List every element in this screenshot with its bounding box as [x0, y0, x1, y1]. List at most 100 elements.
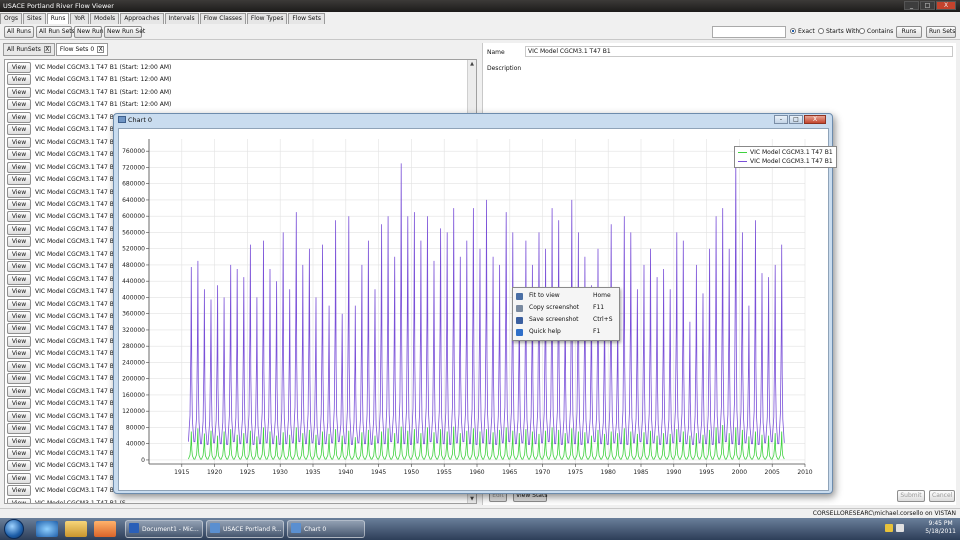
folder-icon[interactable]: [65, 521, 87, 537]
view-button[interactable]: View: [7, 161, 31, 173]
view-button[interactable]: View: [7, 385, 31, 397]
view-button[interactable]: View: [7, 261, 31, 273]
tab-all-runsets[interactable]: All RunSets X: [3, 43, 55, 56]
all-runs-button[interactable]: All Runs: [4, 26, 34, 38]
y-tick-label: 680000: [122, 181, 145, 188]
context-menu: Fit to view Home Copy screenshot F11 Save sc…: [512, 287, 620, 341]
view-button[interactable]: View: [7, 410, 31, 422]
media-player-icon[interactable]: [94, 521, 116, 537]
chart-area[interactable]: 0 40000 80000 120000 160000 200000 240000 28000…: [118, 128, 837, 491]
view-button[interactable]: View: [7, 211, 31, 223]
chart-close-button[interactable]: X: [804, 115, 826, 124]
view-button[interactable]: View: [7, 460, 31, 472]
ie-icon[interactable]: [36, 521, 58, 537]
view-button[interactable]: View: [7, 348, 31, 360]
new-run-set-button[interactable]: New Run Set: [104, 26, 145, 38]
view-button[interactable]: View: [7, 174, 31, 186]
menu-item-fit-to-view[interactable]: Fit to view Home: [513, 290, 619, 302]
name-field[interactable]: VIC Model CGCM3.1 T47 B1: [525, 46, 953, 57]
view-button[interactable]: View: [7, 286, 31, 298]
view-button[interactable]: View: [7, 124, 31, 136]
tab-runs[interactable]: Runs: [46, 13, 70, 24]
tab-flow-classes[interactable]: Flow Classes: [199, 13, 246, 24]
view-button[interactable]: View: [7, 248, 31, 260]
view-button[interactable]: View: [7, 335, 31, 347]
tab-yor[interactable]: YoR: [70, 13, 90, 24]
view-button[interactable]: View: [7, 485, 31, 497]
tab-models[interactable]: Models: [90, 13, 120, 24]
taskbar-item-word[interactable]: Document1 - Mic...: [125, 520, 203, 538]
menu-item-save-screenshot[interactable]: Save screenshot Ctrl+S: [513, 314, 619, 326]
submit-button[interactable]: Submit: [897, 490, 925, 502]
view-button[interactable]: View: [7, 223, 31, 235]
view-button[interactable]: View: [7, 273, 31, 285]
chart-window[interactable]: Chart 0 - □ X 0 40000 80000 120000 160000 200…: [113, 113, 837, 494]
tab-flow-sets[interactable]: Flow Sets 0X: [55, 43, 109, 56]
view-button[interactable]: View: [7, 62, 31, 73]
view-button[interactable]: View: [7, 472, 31, 484]
network-icon[interactable]: [885, 524, 893, 532]
scroll-down-icon[interactable]: ▼: [468, 495, 476, 503]
close-tab-icon[interactable]: X: [97, 46, 105, 53]
taskbar-item-viewer[interactable]: USACE Portland R...: [206, 520, 284, 538]
all-run-sets-button[interactable]: All Run Sets: [36, 26, 75, 38]
menu-item-copy-screenshot[interactable]: Copy screenshot F11: [513, 302, 619, 314]
left-tabs: All RunSets X Flow Sets 0X: [3, 43, 109, 56]
chart-minimize-button[interactable]: -: [774, 115, 788, 124]
taskbar-item-chart[interactable]: Chart 0: [287, 520, 365, 538]
view-button[interactable]: View: [7, 398, 31, 410]
new-run-button[interactable]: New Run: [74, 26, 104, 38]
tab-flow-types[interactable]: Flow Types: [246, 13, 288, 24]
view-button[interactable]: View: [7, 373, 31, 385]
view-button[interactable]: View: [7, 323, 31, 335]
chart-maximize-button[interactable]: □: [789, 115, 803, 124]
radio-contains[interactable]: Contains: [859, 28, 893, 36]
run-sets-search-button[interactable]: Run Sets: [926, 26, 956, 38]
view-button[interactable]: View: [7, 236, 31, 248]
tab-intervals[interactable]: Intervals: [164, 13, 199, 24]
chart-window-title: Chart 0: [118, 115, 152, 126]
view-button[interactable]: View: [7, 86, 31, 98]
view-button[interactable]: View: [7, 423, 31, 435]
view-button[interactable]: View: [7, 186, 31, 198]
view-button[interactable]: View: [7, 74, 31, 86]
tab-orgs[interactable]: Orgs: [0, 13, 23, 24]
close-tab-icon[interactable]: X: [43, 46, 51, 53]
view-button[interactable]: View: [7, 198, 31, 210]
clock[interactable]: 9:45 PM 5/18/2011: [925, 520, 956, 536]
view-button[interactable]: View: [7, 149, 31, 161]
y-tick-label: 320000: [122, 327, 145, 334]
view-button[interactable]: View: [7, 360, 31, 372]
tab-flow-sets[interactable]: Flow Sets: [288, 13, 325, 24]
view-button[interactable]: View: [7, 497, 31, 503]
start-button[interactable]: [4, 519, 24, 539]
close-button[interactable]: X: [936, 1, 956, 10]
cancel-button[interactable]: Cancel: [929, 490, 955, 502]
scroll-up-icon[interactable]: ▲: [468, 60, 476, 68]
flow-chart[interactable]: 0 40000 80000 120000 160000 200000 240000 28000…: [119, 129, 828, 490]
view-button[interactable]: View: [7, 298, 31, 310]
view-button[interactable]: View: [7, 435, 31, 447]
radio-exact[interactable]: Exact: [790, 28, 815, 36]
runs-search-button[interactable]: Runs: [896, 26, 922, 38]
search-input[interactable]: [712, 26, 786, 38]
list-item: View VIC Model CGCM3.1 T47 B1 (Start: 12:…: [7, 86, 467, 99]
view-button[interactable]: View: [7, 447, 31, 459]
minimize-button[interactable]: _: [904, 1, 919, 10]
view-button[interactable]: View: [7, 311, 31, 322]
menu-item-quick-help[interactable]: Quick help F1: [513, 326, 619, 338]
view-button[interactable]: View: [7, 99, 31, 111]
tab-approaches[interactable]: Approaches: [120, 13, 164, 24]
legend-entry: VIC Model CGCM3.1 T47 B1: [738, 148, 833, 157]
radio-starts-with[interactable]: Starts With: [818, 28, 859, 36]
window-controls: _ □ X: [904, 1, 956, 10]
y-tick-label: 600000: [122, 213, 145, 220]
app-window-icon: [210, 523, 220, 533]
tab-sites[interactable]: Sites: [23, 13, 46, 24]
maximize-button[interactable]: □: [920, 1, 935, 10]
menu-item-label: Copy screenshot: [529, 304, 580, 311]
view-button[interactable]: View: [7, 136, 31, 148]
volume-icon[interactable]: [896, 524, 904, 532]
legend-entry: VIC Model CGCM3.1 T47 B1: [738, 157, 833, 166]
view-button[interactable]: View: [7, 111, 31, 123]
